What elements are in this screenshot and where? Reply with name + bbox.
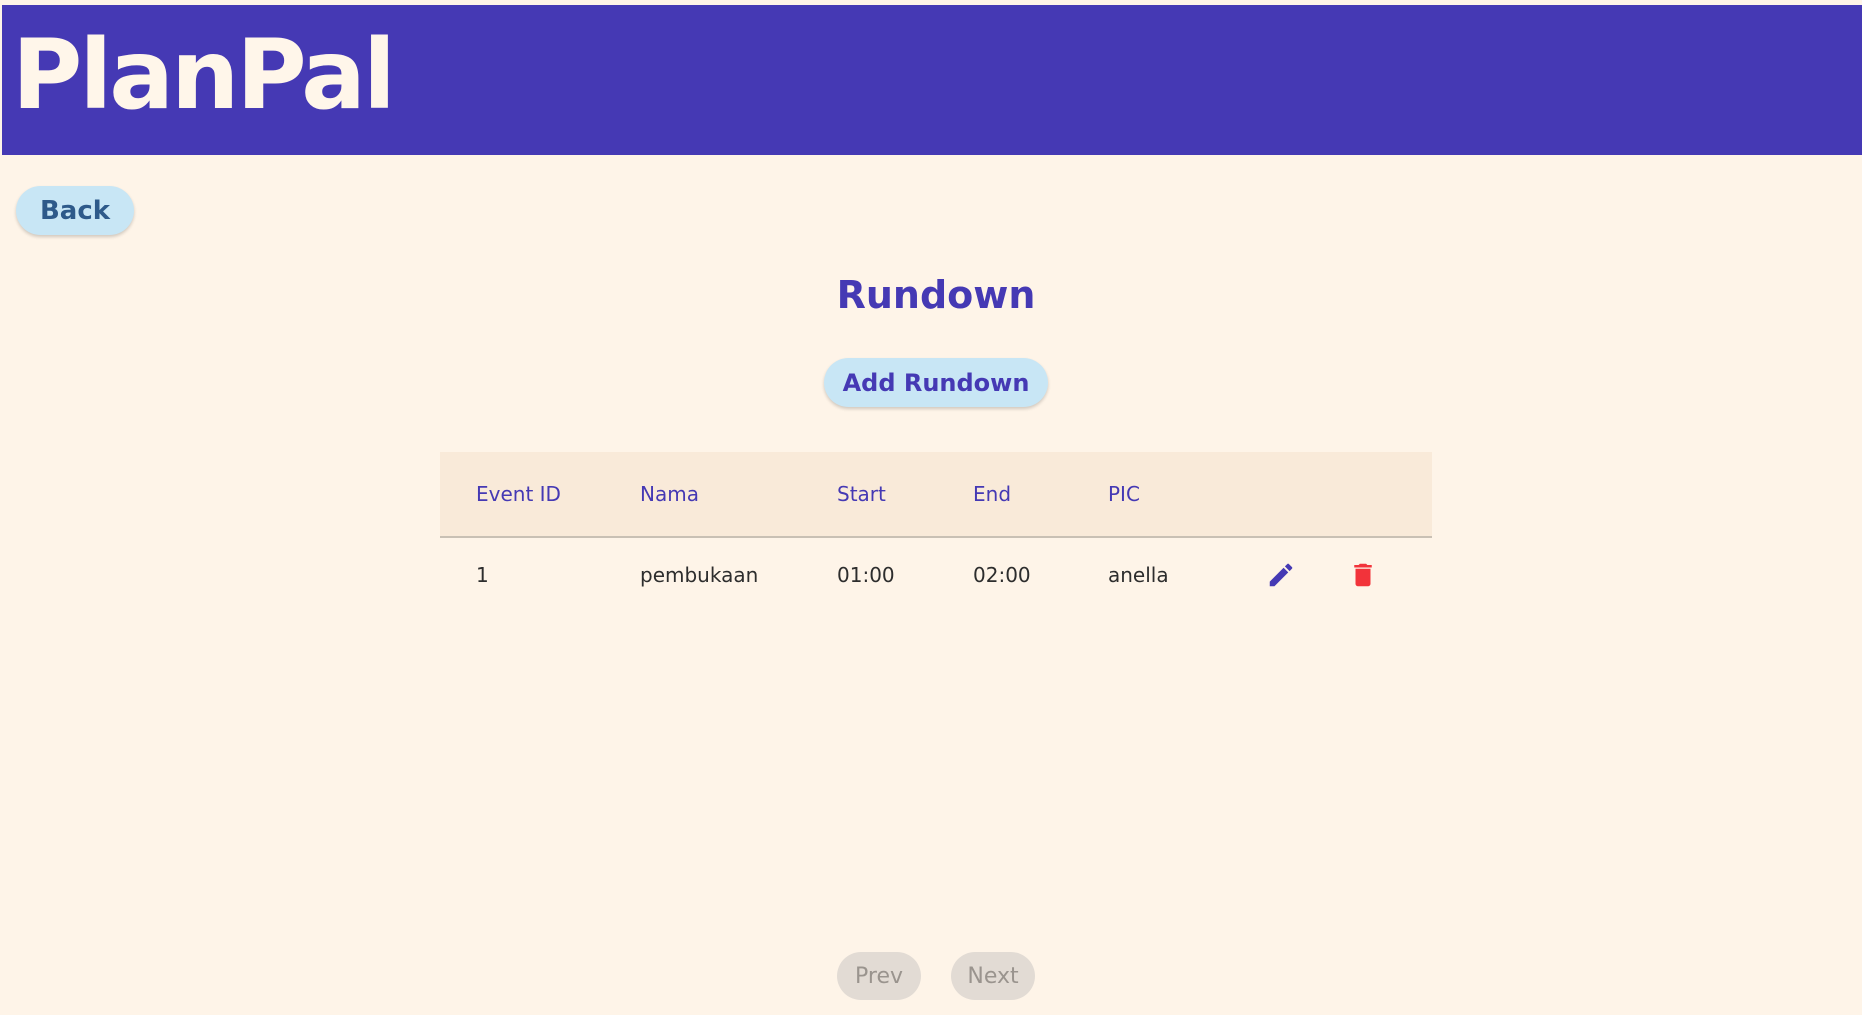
- header-start: Start: [837, 482, 886, 506]
- trash-icon: [1354, 563, 1372, 587]
- cell-end: 02:00: [973, 563, 1031, 587]
- next-page-button[interactable]: Next: [951, 952, 1035, 1000]
- prev-page-button[interactable]: Prev: [837, 952, 921, 1000]
- header-nama: Nama: [640, 482, 699, 506]
- edit-icon: [1269, 563, 1293, 587]
- cell-event-id: 1: [476, 563, 489, 587]
- header-event-id: Event ID: [476, 482, 561, 506]
- edit-button[interactable]: [1262, 556, 1300, 594]
- page-title: Rundown: [836, 273, 1036, 317]
- header-end: End: [973, 482, 1012, 506]
- app-logo: PlanPal: [12, 19, 396, 131]
- top-header: PlanPal: [2, 5, 1862, 155]
- back-button[interactable]: Back: [16, 186, 134, 235]
- delete-button[interactable]: [1344, 556, 1382, 594]
- add-rundown-button[interactable]: Add Rundown: [824, 358, 1048, 407]
- cell-start: 01:00: [837, 563, 895, 587]
- rundown-table: Event ID Nama Start End PIC 1 pembukaan …: [440, 452, 1432, 612]
- cell-nama: pembukaan: [640, 563, 759, 587]
- cell-pic: anella: [1108, 563, 1169, 587]
- table-row: 1 pembukaan 01:00 02:00 anella: [440, 538, 1432, 612]
- header-pic: PIC: [1108, 482, 1140, 506]
- app-root: PlanPal Back Rundown Add Rundown Event I…: [0, 0, 1862, 1015]
- table-header-row: Event ID Nama Start End PIC: [440, 452, 1432, 538]
